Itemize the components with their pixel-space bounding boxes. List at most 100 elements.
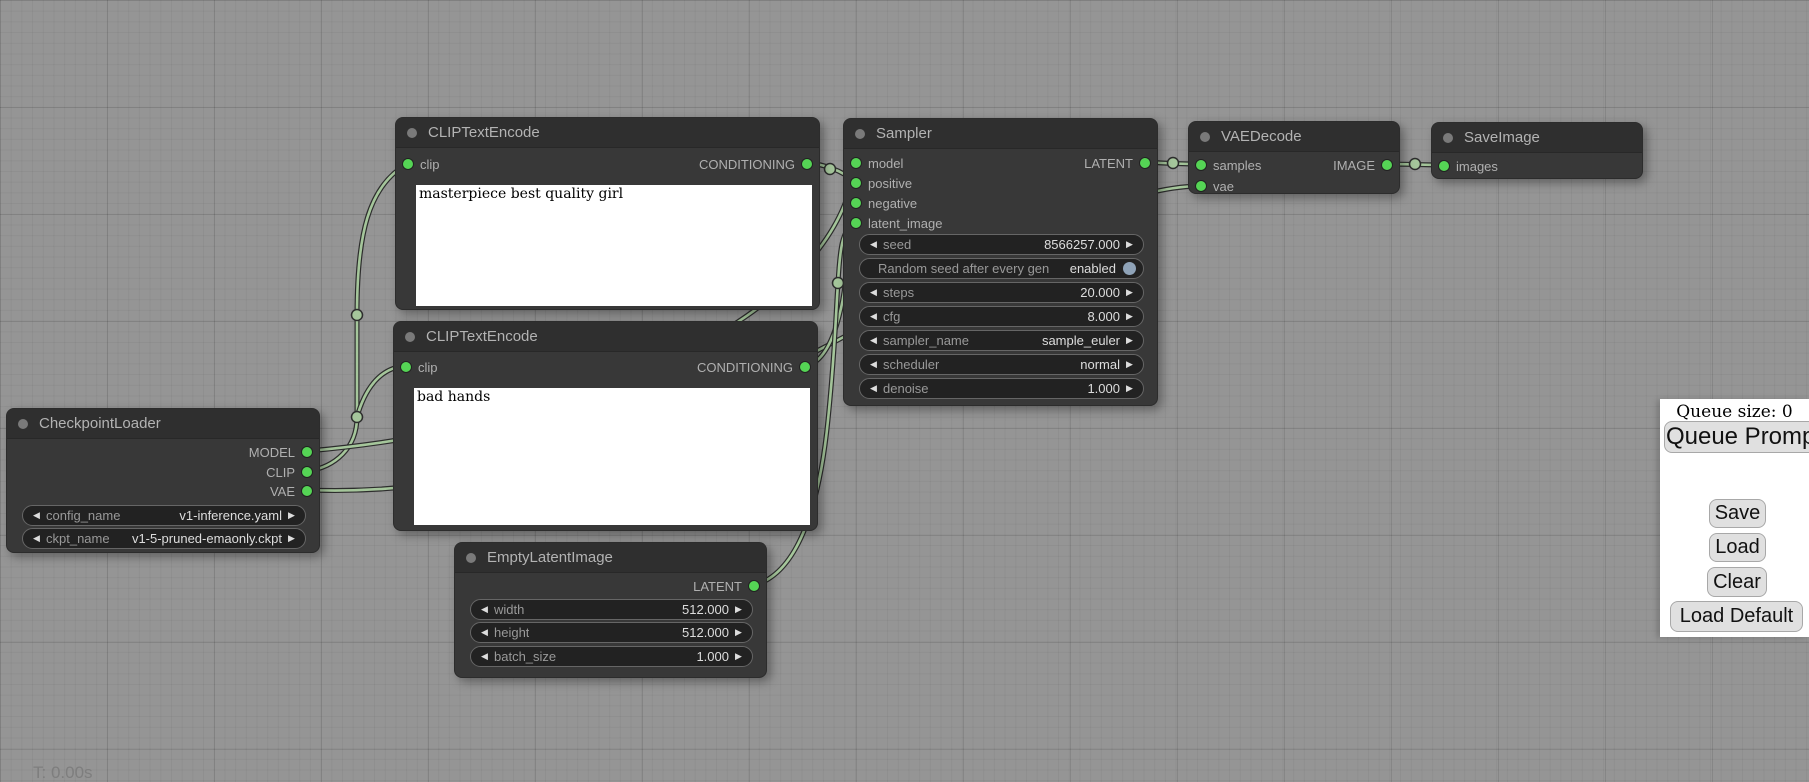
decrement-arrow-icon[interactable]: ◀ xyxy=(867,383,880,394)
load-button[interactable]: Load xyxy=(1709,533,1766,562)
queue-panel: Queue size: 0 Queue Prompt Save Load Cle… xyxy=(1660,399,1809,637)
input-dot-latent-image[interactable] xyxy=(851,218,861,228)
graph-canvas[interactable]: T: 0.00s CheckpointLoader MODEL CLIP VAE… xyxy=(0,0,1809,782)
output-slot-latent: LATENT xyxy=(693,579,759,593)
node-title: CLIPTextEncode xyxy=(428,124,540,141)
widget-scheduler[interactable]: ◀ scheduler normal ▶ xyxy=(859,354,1144,375)
node-status-dot-icon xyxy=(1200,132,1210,142)
input-dot-samples[interactable] xyxy=(1196,160,1206,170)
queue-prompt-button[interactable]: Queue Prompt xyxy=(1664,421,1809,453)
input-slot-samples: samples xyxy=(1196,158,1261,172)
input-dot-images[interactable] xyxy=(1439,161,1449,171)
link-midpoint-dot xyxy=(1410,159,1421,170)
output-dot-vae[interactable] xyxy=(302,486,312,496)
decrement-arrow-icon[interactable]: ◀ xyxy=(478,627,491,638)
widget-height[interactable]: ◀ height 512.000 ▶ xyxy=(470,622,753,643)
widget-batch-size[interactable]: ◀ batch_size 1.000 ▶ xyxy=(470,646,753,667)
input-dot-model[interactable] xyxy=(851,158,861,168)
node-title-bar[interactable]: VAEDecode xyxy=(1189,122,1399,152)
node-vae-decode[interactable]: VAEDecode samples vae IMAGE xyxy=(1188,121,1400,194)
input-slot-negative: negative xyxy=(851,196,917,210)
widget-width[interactable]: ◀ width 512.000 ▶ xyxy=(470,599,753,620)
output-slot-latent: LATENT xyxy=(1084,156,1150,170)
node-sampler[interactable]: Sampler model positive negative latent_i… xyxy=(843,118,1158,406)
output-dot-model[interactable] xyxy=(302,447,312,457)
increment-arrow-icon[interactable]: ▶ xyxy=(732,627,745,638)
node-status-dot-icon xyxy=(18,419,28,429)
node-title: CLIPTextEncode xyxy=(426,328,538,345)
decrement-arrow-icon[interactable]: ◀ xyxy=(30,533,43,544)
decrement-arrow-icon[interactable]: ◀ xyxy=(867,359,880,370)
output-dot-latent[interactable] xyxy=(749,581,759,591)
node-title-bar[interactable]: EmptyLatentImage xyxy=(455,543,766,573)
input-dot-positive[interactable] xyxy=(851,178,861,188)
input-dot-vae[interactable] xyxy=(1196,181,1206,191)
link-midpoint-dot xyxy=(1168,158,1179,169)
output-dot-conditioning[interactable] xyxy=(802,159,812,169)
decrement-arrow-icon[interactable]: ◀ xyxy=(478,651,491,662)
widget-seed[interactable]: ◀ seed 8566257.000 ▶ xyxy=(859,234,1144,255)
increment-arrow-icon[interactable]: ▶ xyxy=(1123,287,1136,298)
increment-arrow-icon[interactable]: ▶ xyxy=(732,604,745,615)
widget-steps[interactable]: ◀ steps 20.000 ▶ xyxy=(859,282,1144,303)
decrement-arrow-icon[interactable]: ◀ xyxy=(867,287,880,298)
node-save-image[interactable]: SaveImage images xyxy=(1431,122,1643,179)
node-title-bar[interactable]: Sampler xyxy=(844,119,1157,149)
widget-ckpt-name[interactable]: ◀ ckpt_name v1-5-pruned-emaonly.ckpt ▶ xyxy=(22,528,306,549)
widget-config-name[interactable]: ◀ config_name v1-inference.yaml ▶ xyxy=(22,505,306,526)
output-dot-image[interactable] xyxy=(1382,160,1392,170)
input-slot-clip: clip xyxy=(403,157,440,171)
load-default-button[interactable]: Load Default xyxy=(1670,601,1803,632)
input-slot-positive: positive xyxy=(851,176,912,190)
output-dot-latent[interactable] xyxy=(1140,158,1150,168)
save-button[interactable]: Save xyxy=(1709,499,1766,528)
widget-denoise[interactable]: ◀ denoise 1.000 ▶ xyxy=(859,378,1144,399)
decrement-arrow-icon[interactable]: ◀ xyxy=(867,335,880,346)
input-slot-latent-image: latent_image xyxy=(851,216,942,230)
increment-arrow-icon[interactable]: ▶ xyxy=(1123,359,1136,370)
node-title-bar[interactable]: CheckpointLoader xyxy=(7,409,319,439)
prompt-textarea[interactable]: masterpiece best quality girl xyxy=(416,185,812,306)
output-dot-clip[interactable] xyxy=(302,467,312,477)
increment-arrow-icon[interactable]: ▶ xyxy=(1123,311,1136,322)
increment-arrow-icon[interactable]: ▶ xyxy=(1123,239,1136,250)
increment-arrow-icon[interactable]: ▶ xyxy=(285,510,298,521)
node-clip-text-encode-negative[interactable]: CLIPTextEncode clip CONDITIONING bad han… xyxy=(393,321,818,531)
node-title: EmptyLatentImage xyxy=(487,549,613,566)
decrement-arrow-icon[interactable]: ◀ xyxy=(30,510,43,521)
clear-button[interactable]: Clear xyxy=(1707,567,1767,597)
input-slot-images: images xyxy=(1439,159,1498,173)
decrement-arrow-icon[interactable]: ◀ xyxy=(478,604,491,615)
node-status-dot-icon xyxy=(407,128,417,138)
decrement-arrow-icon[interactable]: ◀ xyxy=(867,311,880,322)
node-empty-latent-image[interactable]: EmptyLatentImage LATENT ◀ width 512.000 … xyxy=(454,542,767,678)
input-slot-model: model xyxy=(851,156,903,170)
toggle-knob-icon[interactable] xyxy=(1123,262,1136,275)
output-slot-model: MODEL xyxy=(249,445,312,459)
increment-arrow-icon[interactable]: ▶ xyxy=(732,651,745,662)
input-dot-negative[interactable] xyxy=(851,198,861,208)
input-dot-clip[interactable] xyxy=(403,159,413,169)
node-title-bar[interactable]: SaveImage xyxy=(1432,123,1642,153)
widget-cfg[interactable]: ◀ cfg 8.000 ▶ xyxy=(859,306,1144,327)
node-status-dot-icon xyxy=(1443,133,1453,143)
increment-arrow-icon[interactable]: ▶ xyxy=(1123,383,1136,394)
link-midpoint-dot xyxy=(352,412,363,423)
node-title: Sampler xyxy=(876,125,932,142)
input-dot-clip[interactable] xyxy=(401,362,411,372)
increment-arrow-icon[interactable]: ▶ xyxy=(1123,335,1136,346)
node-title-bar[interactable]: CLIPTextEncode xyxy=(394,322,817,352)
decrement-arrow-icon[interactable]: ◀ xyxy=(867,239,880,250)
node-title-bar[interactable]: CLIPTextEncode xyxy=(396,118,819,148)
output-dot-conditioning[interactable] xyxy=(800,362,810,372)
link-midpoint-dot xyxy=(833,278,844,289)
prompt-textarea[interactable]: bad hands xyxy=(414,388,810,525)
increment-arrow-icon[interactable]: ▶ xyxy=(285,533,298,544)
queue-size-label: Queue size: 0 xyxy=(1660,402,1809,422)
output-slot-clip: CLIP xyxy=(266,465,312,479)
node-clip-text-encode-positive[interactable]: CLIPTextEncode clip CONDITIONING masterp… xyxy=(395,117,820,310)
node-checkpoint-loader[interactable]: CheckpointLoader MODEL CLIP VAE ◀ config… xyxy=(6,408,320,553)
node-status-dot-icon xyxy=(466,553,476,563)
widget-random-seed-toggle[interactable]: Random seed after every gen enabled xyxy=(859,258,1144,279)
widget-sampler-name[interactable]: ◀ sampler_name sample_euler ▶ xyxy=(859,330,1144,351)
